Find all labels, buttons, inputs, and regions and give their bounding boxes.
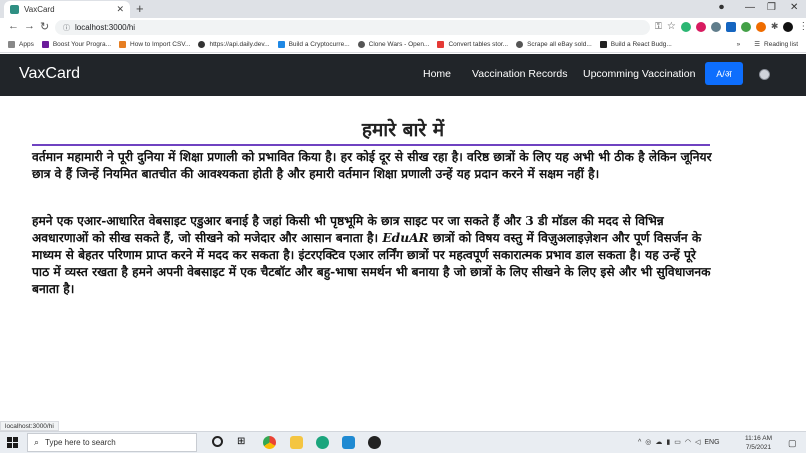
reading-list-icon: ☰ [754, 41, 761, 48]
extension-icon[interactable] [710, 21, 721, 32]
address-bar[interactable]: ⓘ localhost:3000/hi [55, 20, 650, 35]
extension-icons: ⚿ ☆ ✱ ⋮ [655, 21, 806, 32]
tray-app-icon[interactable]: ◎ [645, 438, 651, 446]
bookmark[interactable]: Boost Your Progra... [41, 41, 111, 48]
reading-list[interactable]: » ☰ Reading list [737, 40, 798, 49]
search-icon: ⌕ [34, 437, 40, 447]
about-paragraph-1: वर्तमान महामारी ने पूरी दुनिया में शिक्ष… [32, 150, 712, 181]
notification-icon[interactable]: ▢ [788, 438, 797, 449]
back-icon[interactable]: ← [8, 20, 19, 32]
reload-icon[interactable]: ↻ [40, 20, 49, 33]
onedrive-icon[interactable]: ☁ [655, 438, 662, 446]
tab-favicon-icon [10, 5, 19, 14]
more-bookmarks-icon[interactable]: » [737, 41, 741, 48]
network-icon[interactable]: ▭ [674, 438, 681, 446]
extension-icon[interactable] [740, 21, 751, 32]
github-desktop-icon[interactable] [368, 436, 381, 449]
theme-toggle-icon[interactable] [759, 69, 770, 80]
bookmark-icon [198, 41, 206, 48]
heading-divider [32, 144, 710, 146]
system-tray: ^ ◎ ☁ ▮ ▭ ◠ ◁ ENG [638, 438, 720, 447]
apps-icon [8, 41, 15, 48]
bookmark[interactable]: Clone Wars - Open... [357, 41, 429, 48]
extension-icon[interactable] [725, 21, 736, 32]
volume-icon[interactable]: ◁ [695, 438, 700, 446]
windows-start-icon[interactable] [7, 437, 18, 448]
nav-vaccination-records[interactable]: Vaccination Records [472, 68, 568, 80]
eduar-brand-text: EduAR [382, 231, 429, 245]
address-row: ← → ↻ ⓘ localhost:3000/hi ⚿ ☆ ✱ ⋮ [0, 18, 806, 37]
clock-time: 11:16 AM [745, 435, 772, 442]
taskbar-clock[interactable]: 11:16 AM 7/5/2021 [745, 434, 772, 452]
bookmark-icon [41, 41, 49, 48]
bookmark[interactable]: Scrape all eBay sold... [516, 41, 592, 48]
bookmark-icon [516, 41, 524, 48]
file-explorer-icon[interactable] [290, 436, 303, 449]
wifi-icon[interactable]: ◠ [685, 438, 691, 446]
extension-icon[interactable] [695, 21, 706, 32]
app-navbar: VaxCard Home Vaccination Records Upcommi… [0, 54, 806, 96]
bookmark-icon [599, 41, 607, 48]
tray-chevron-icon[interactable]: ^ [638, 439, 641, 446]
info-icon[interactable]: ⓘ [63, 23, 70, 33]
bookmark[interactable]: How to Import CSV... [119, 41, 190, 48]
bookmark[interactable]: Convert tables stor... [437, 41, 508, 48]
tab-title: VaxCard [24, 5, 55, 14]
profile-avatar[interactable] [783, 21, 794, 32]
brand-logo[interactable]: VaxCard [19, 65, 80, 83]
bookmark[interactable]: https://api.daily.dev... [198, 41, 270, 48]
about-paragraph-2: हमने एक एआर-आधारित वेबसाइट एडुआर बनाई है… [32, 214, 711, 296]
restore-icon[interactable]: ❐ [767, 2, 776, 13]
language-toggle-button[interactable]: A/अ [705, 62, 743, 85]
chrome-icon[interactable] [263, 436, 276, 449]
taskbar: ⌕ Type here to search ⊞ ^ ◎ ☁ ▮ ▭ ◠ ◁ EN… [0, 431, 806, 453]
address-url[interactable]: localhost:3000/hi [75, 23, 135, 32]
nav-home[interactable]: Home [423, 68, 451, 80]
minimize-icon[interactable]: — [745, 2, 755, 13]
forward-icon[interactable]: → [24, 20, 35, 32]
tab-close-icon[interactable]: ✕ [116, 4, 124, 15]
bookmark[interactable]: Apps [8, 41, 34, 48]
bookmark[interactable]: Build a React Budg... [599, 41, 672, 48]
status-url: localhost:3000/hi [0, 421, 59, 431]
page-title: हमारे बारे में [361, 119, 445, 141]
taskbar-search[interactable]: ⌕ Type here to search [27, 433, 197, 452]
clock-date: 7/5/2021 [745, 444, 772, 451]
star-icon[interactable]: ☆ [667, 21, 676, 32]
battery-icon[interactable]: ▮ [666, 438, 670, 446]
bookmark-icon [357, 41, 365, 48]
extension-icon[interactable] [755, 21, 766, 32]
nav-upcoming-vaccination[interactable]: Upcomming Vaccination [583, 68, 695, 80]
browser-tab[interactable]: VaxCard ✕ [4, 1, 130, 18]
cortana-icon[interactable] [212, 436, 223, 447]
window-close-icon[interactable]: ✕ [790, 2, 798, 13]
taskbar-search-placeholder: Type here to search [45, 438, 116, 447]
input-language[interactable]: ENG [704, 439, 719, 446]
reading-list-label: Reading list [764, 40, 798, 48]
record-icon[interactable]: ⏺ [719, 2, 724, 13]
bookmark-icon [437, 41, 445, 48]
new-tab-icon[interactable]: + [136, 1, 144, 16]
vscode-icon[interactable] [342, 436, 355, 449]
key-icon[interactable]: ⚿ [655, 21, 662, 32]
bookmark[interactable]: Build a Cryptocurre... [277, 41, 350, 48]
bookmark-icon [119, 41, 127, 48]
browser-tab-strip: VaxCard ✕ + ⏺ — ❐ ✕ [0, 0, 806, 18]
puzzle-icon[interactable]: ✱ [771, 21, 779, 32]
about-section: हमारे बारे में वर्तमान महामारी ने पूरी द… [0, 96, 806, 416]
task-view-icon[interactable]: ⊞ [237, 436, 245, 449]
bookmarks-bar: Apps Boost Your Progra... How to Import … [0, 37, 806, 53]
extension-icon[interactable] [680, 21, 691, 32]
menu-icon[interactable]: ⋮ [798, 21, 806, 32]
edge-icon[interactable] [316, 436, 329, 449]
bookmark-icon [277, 41, 285, 48]
